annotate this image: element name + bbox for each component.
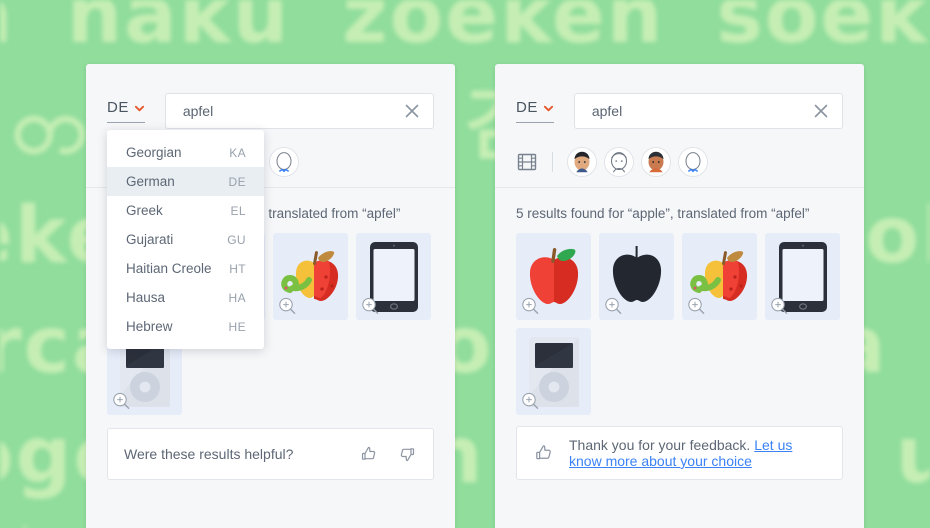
language-option-code: HA	[228, 290, 246, 305]
feedback-bar-left: Were these results helpful?	[107, 428, 434, 480]
language-option-code: GU	[227, 232, 246, 247]
clear-search-icon-left[interactable]	[395, 94, 429, 128]
result-thumbnail[interactable]	[682, 233, 757, 320]
zoom-magnifier-icon[interactable]	[360, 296, 380, 316]
language-code-right: DE	[516, 99, 538, 116]
search-row-right: DE	[495, 64, 864, 136]
language-option-name: Hausa	[126, 290, 166, 305]
filter-row-right	[495, 136, 864, 188]
thumbs-up-icon-right	[533, 442, 555, 464]
panel-right-content: DE apfel 5 results found for “apple”, tr…	[495, 64, 864, 528]
language-option-code: DE	[228, 174, 246, 189]
language-option-gu[interactable]: Gujarati GU	[107, 225, 264, 254]
result-thumbnail[interactable]	[765, 233, 840, 320]
feedback-thanks-text: Thank you for your feedback.	[569, 437, 755, 453]
language-option-code: EL	[230, 203, 246, 218]
divider	[552, 151, 553, 172]
language-option-he[interactable]: Hebrew HE	[107, 312, 264, 341]
background-word: a	[0, 0, 15, 61]
thumbs-up-icon-left[interactable]	[359, 444, 379, 464]
language-option-de[interactable]: German DE	[107, 167, 264, 196]
results-label-right: 5 results found for “apple”, translated …	[516, 206, 810, 221]
language-dropdown-left[interactable]: Georgian KA German DE Greek EL Gujarati GU Haiti…	[107, 130, 264, 349]
background-word: बंद	[0, 521, 81, 528]
language-option-name: Hebrew	[126, 319, 173, 334]
result-thumbnail[interactable]	[516, 233, 591, 320]
search-box-right[interactable]	[573, 93, 843, 129]
chevron-down-icon	[134, 103, 145, 114]
language-option-code: HE	[228, 319, 246, 334]
search-input-right[interactable]	[574, 103, 804, 119]
language-option-code: HT	[229, 261, 246, 276]
avatar-option-line-art-face[interactable]	[604, 146, 634, 177]
avatar-option-blank-face[interactable]	[269, 146, 299, 177]
avatar-option-blank-face[interactable]	[678, 146, 708, 177]
result-thumbnail[interactable]	[273, 233, 348, 320]
chevron-down-icon	[543, 103, 554, 114]
zoom-magnifier-icon[interactable]	[111, 391, 131, 411]
language-option-el[interactable]: Greek EL	[107, 196, 264, 225]
film-strip-icon-right[interactable]	[516, 151, 538, 173]
search-panel-left: DE apfel translated from “apfel” Were th…	[86, 64, 455, 528]
language-option-ka[interactable]: Georgian KA	[107, 138, 264, 167]
avatar-option-orange-hair-man[interactable]	[641, 146, 671, 177]
language-selector-left[interactable]: DE	[107, 99, 145, 123]
result-thumbnail[interactable]	[356, 233, 431, 320]
feedback-bar-right: Thank you for your feedback. Let us know…	[516, 426, 843, 480]
result-thumbnail[interactable]	[599, 233, 674, 320]
language-option-name: Georgian	[126, 145, 182, 160]
background-word: naku	[66, 0, 291, 61]
results-area-right: 5 results found for “apple”, translated …	[495, 188, 864, 415]
avatar-option-dark-hair-man[interactable]	[567, 146, 597, 177]
language-selector-right[interactable]: DE	[516, 99, 554, 123]
feedback-icons-left	[359, 444, 417, 464]
background-word: zoeken	[342, 0, 665, 61]
search-box-left[interactable]	[164, 93, 434, 129]
zoom-magnifier-icon[interactable]	[686, 296, 706, 316]
language-option-name: Haitian Creole	[126, 261, 212, 276]
search-input-left[interactable]	[165, 103, 395, 119]
result-thumbnail[interactable]	[516, 328, 591, 415]
language-option-ha[interactable]: Hausa HA	[107, 283, 264, 312]
background-word: uvo	[895, 411, 930, 501]
zoom-magnifier-icon[interactable]	[277, 296, 297, 316]
zoom-magnifier-icon[interactable]	[769, 296, 789, 316]
thumbs-down-icon-left[interactable]	[397, 444, 417, 464]
search-row-left: DE	[86, 64, 455, 136]
feedback-thanks-right: Thank you for your feedback. Let us know…	[569, 437, 826, 469]
zoom-magnifier-icon[interactable]	[520, 391, 540, 411]
background-word: soekto	[716, 0, 930, 61]
language-option-code: KA	[229, 145, 246, 160]
search-panel-right: DE apfel 5 results found for “apple”, tr…	[495, 64, 864, 528]
language-option-name: Gujarati	[126, 232, 174, 247]
zoom-magnifier-icon[interactable]	[520, 296, 540, 316]
app-root: anakuzoekensoektoၤတၢ်ဃု検索검색ekenхайхค้นหา…	[0, 0, 930, 528]
thumbnail-grid-right	[516, 233, 843, 415]
language-option-name: German	[126, 174, 175, 189]
language-option-ht[interactable]: Haitian Creole HT	[107, 254, 264, 283]
feedback-question-left: Were these results helpful?	[124, 446, 294, 462]
language-code-left: DE	[107, 99, 129, 116]
language-option-name: Greek	[126, 203, 163, 218]
avatar-filter-group-right	[567, 146, 708, 177]
zoom-magnifier-icon[interactable]	[603, 296, 623, 316]
clear-search-icon-right[interactable]	[804, 94, 838, 128]
